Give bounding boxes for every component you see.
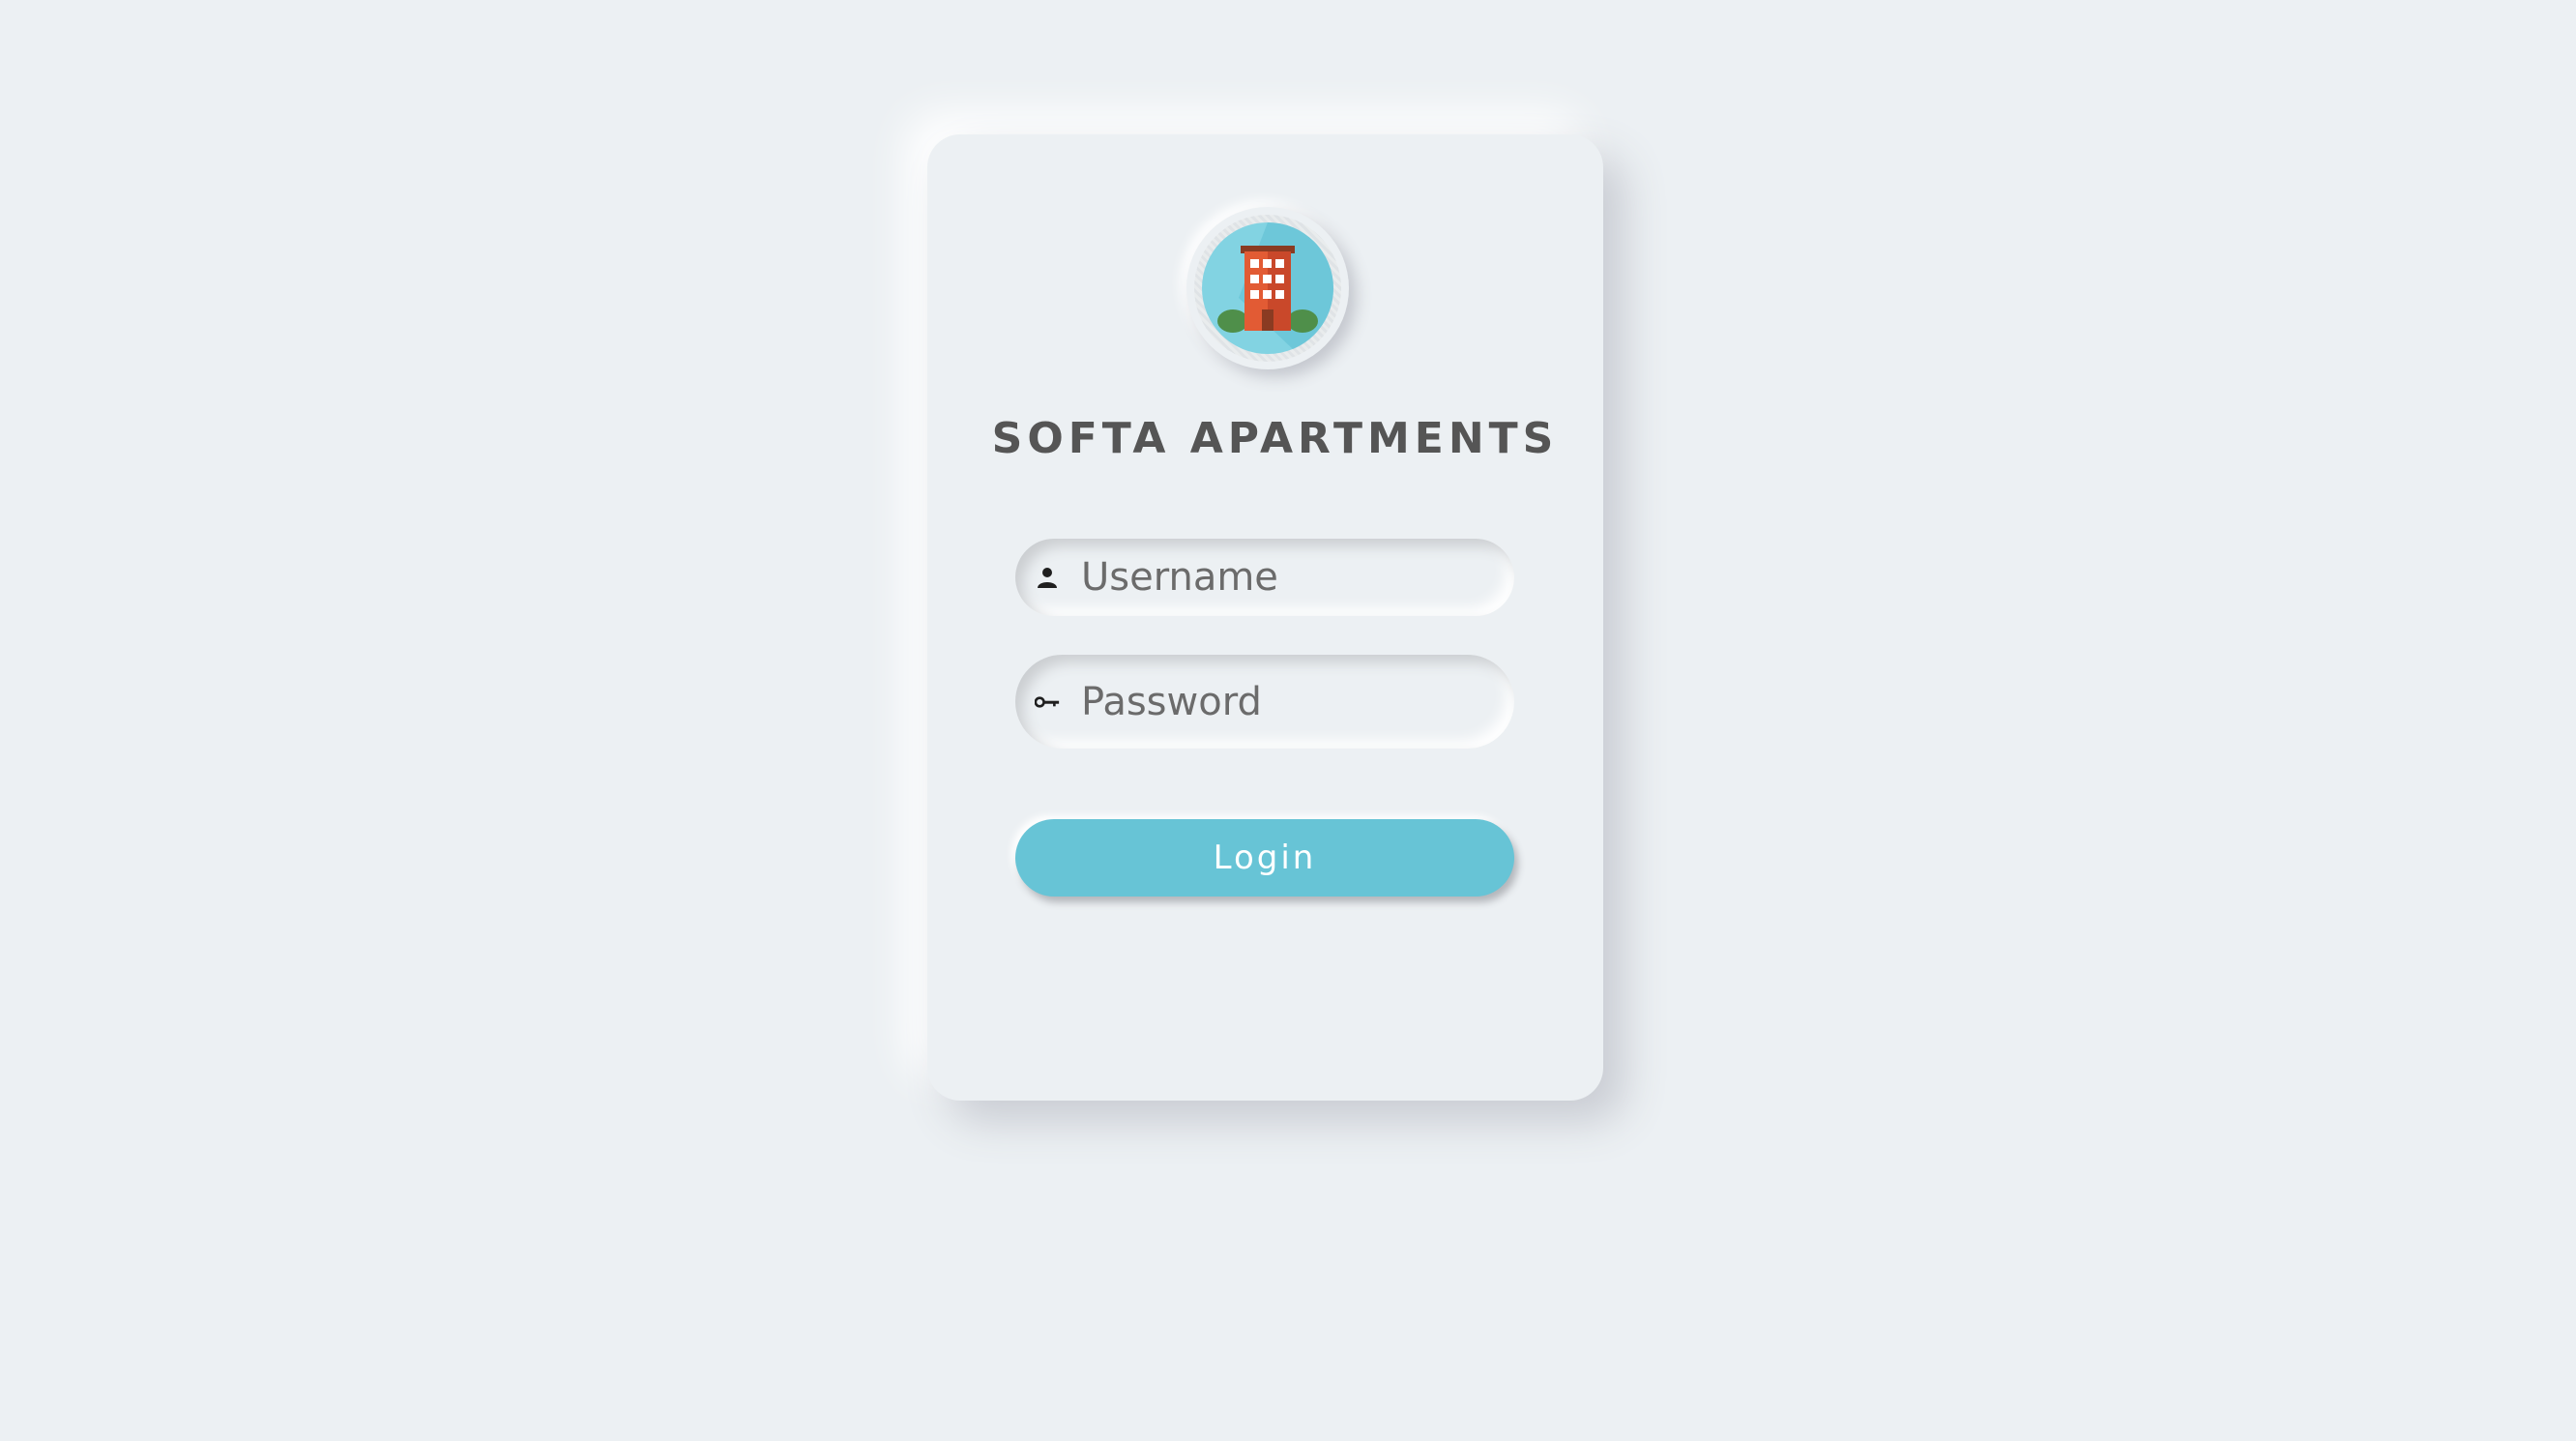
key-icon	[1035, 690, 1060, 715]
login-button[interactable]: Login	[1015, 819, 1514, 897]
password-field[interactable]	[1015, 655, 1514, 749]
login-page: SOFTA APARTMENTS Login	[0, 0, 2576, 1441]
username-input[interactable]	[1081, 555, 1487, 600]
logo-ring	[1194, 215, 1341, 362]
username-field[interactable]	[1015, 539, 1514, 616]
logo-badge	[1186, 207, 1349, 369]
apartment-building-icon	[1202, 222, 1334, 354]
app-title: SOFTA APARTMENTS	[991, 414, 1559, 463]
password-input[interactable]	[1081, 679, 1487, 724]
user-icon	[1035, 565, 1060, 590]
